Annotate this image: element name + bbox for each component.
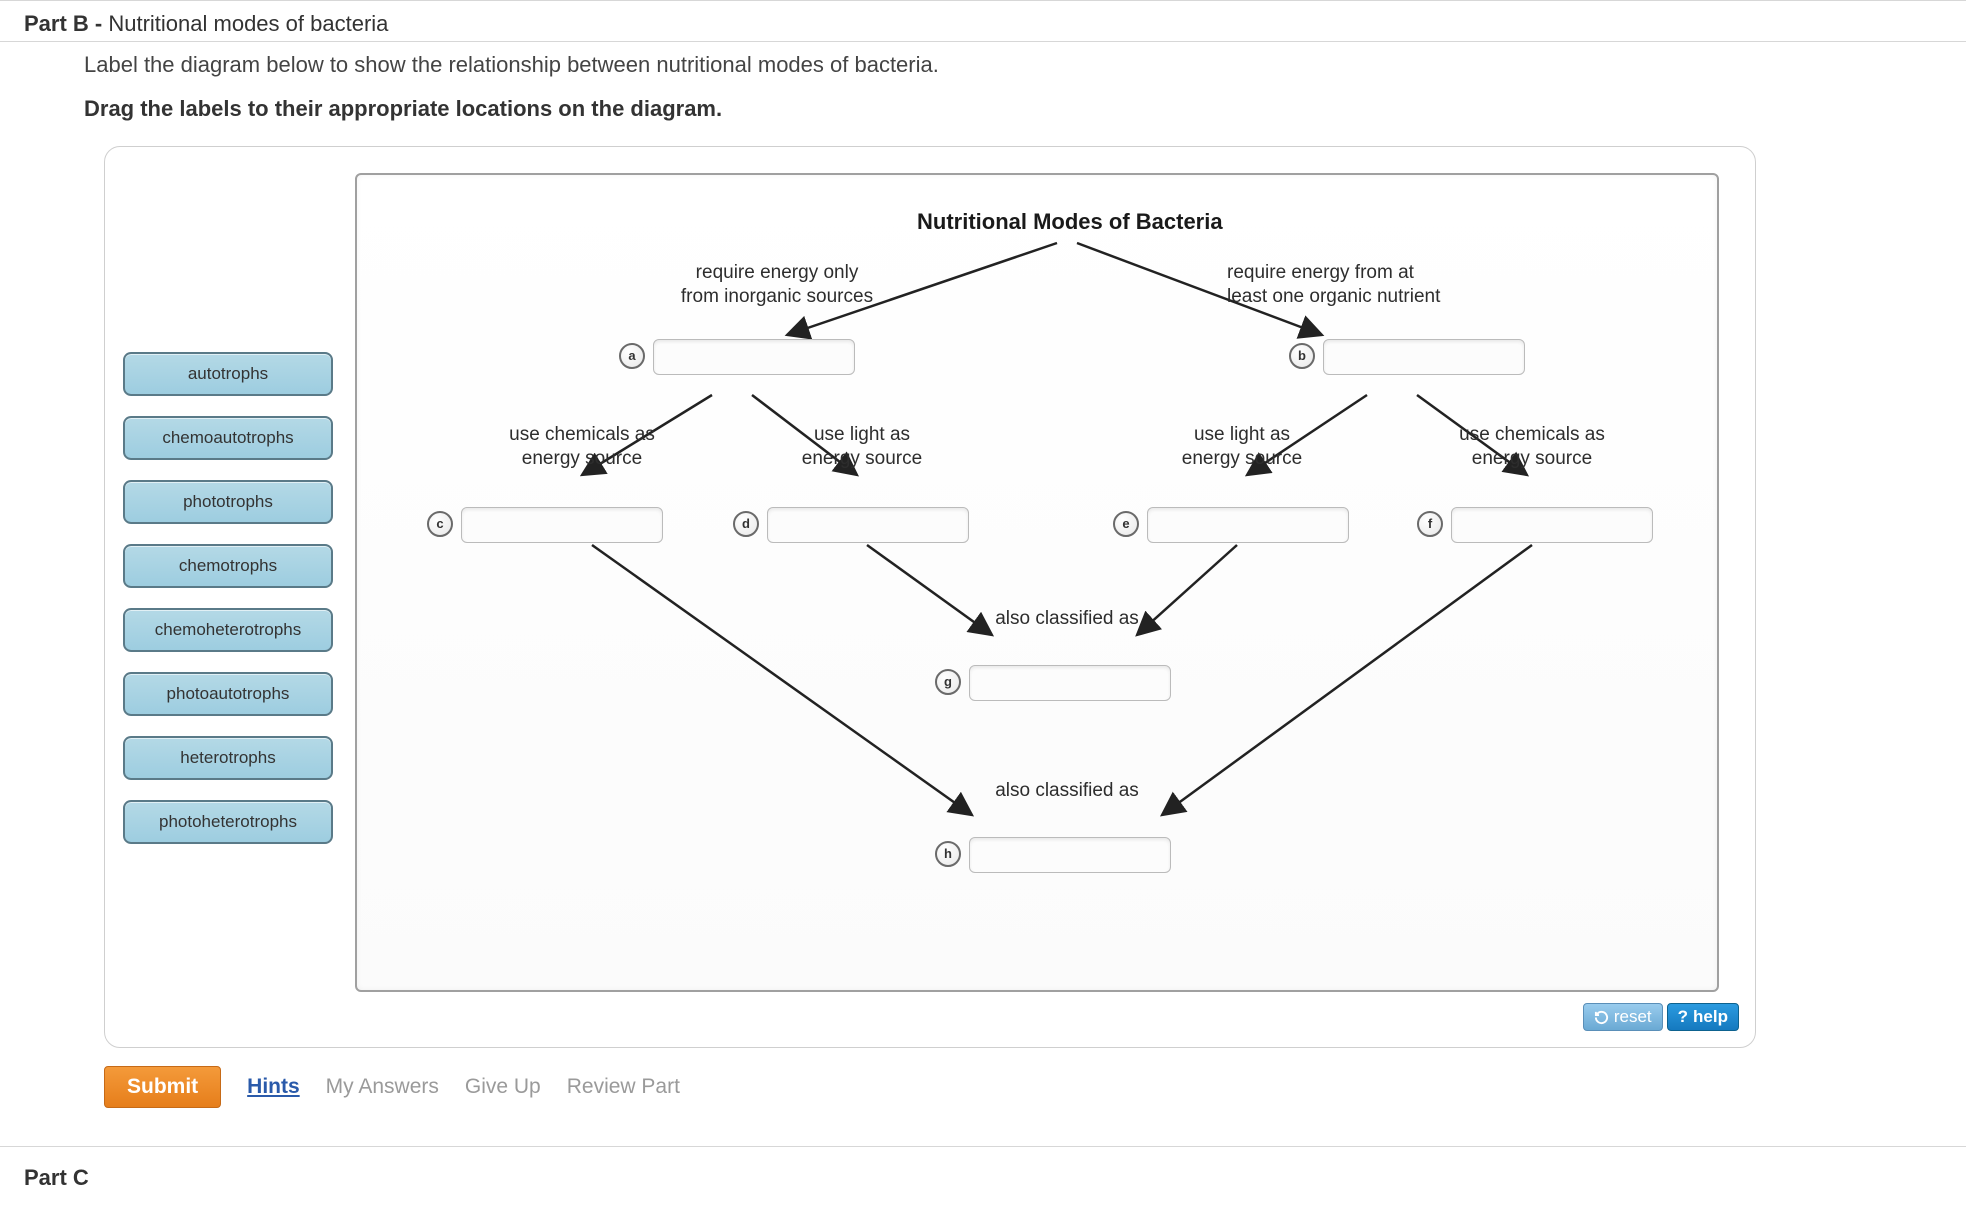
reset-icon (1594, 1010, 1609, 1025)
diagram-panel: Nutritional Modes of Bacteria require en… (355, 173, 1719, 992)
chip-heterotrophs[interactable]: heterotrophs (123, 736, 333, 780)
part-b-header: Part B - Nutritional modes of bacteria (0, 0, 1966, 41)
caption-g: also classified as (967, 607, 1167, 631)
chip-chemoautotrophs[interactable]: chemoautotrophs (123, 416, 333, 460)
slot-e[interactable] (1147, 507, 1349, 543)
chip-photoautotrophs[interactable]: photoautotrophs (123, 672, 333, 716)
chip-chemotrophs[interactable]: chemotrophs (123, 544, 333, 588)
slot-h[interactable] (969, 837, 1171, 873)
part-b-tag: Part B - (24, 11, 108, 36)
marker-g: g (935, 669, 961, 695)
help-button[interactable]: ? help (1667, 1003, 1739, 1031)
marker-c: c (427, 511, 453, 537)
marker-f: f (1417, 511, 1443, 537)
diagram-canvas: autotrophs chemoautotrophs phototrophs c… (104, 146, 1756, 1048)
actions-row: Submit Hints My Answers Give Up Review P… (104, 1066, 1966, 1108)
hints-link[interactable]: Hints (247, 1075, 300, 1099)
slot-g[interactable] (969, 665, 1171, 701)
reset-button[interactable]: reset (1583, 1003, 1663, 1031)
caption-f: use chemicals as energy source (1427, 423, 1637, 471)
caption-c: use chemicals as energy source (477, 423, 687, 471)
part-c-header: Part C (0, 1146, 1966, 1209)
slot-a[interactable] (653, 339, 855, 375)
caption-e: use light as energy source (1147, 423, 1337, 471)
chip-chemoheterotrophs[interactable]: chemoheterotrophs (123, 608, 333, 652)
diagram-title: Nutritional Modes of Bacteria (917, 209, 1223, 235)
give-up[interactable]: Give Up (465, 1075, 541, 1099)
marker-b: b (1289, 343, 1315, 369)
label-bank: autotrophs chemoautotrophs phototrophs c… (123, 352, 333, 844)
part-b-intro: Label the diagram below to show the rela… (0, 42, 1966, 78)
marker-d: d (733, 511, 759, 537)
part-b-instruction: Drag the labels to their appropriate loc… (0, 78, 1966, 136)
my-answers[interactable]: My Answers (326, 1075, 439, 1099)
submit-button[interactable]: Submit (104, 1066, 221, 1108)
caption-h: also classified as (967, 779, 1167, 803)
chip-autotrophs[interactable]: autotrophs (123, 352, 333, 396)
chip-photoheterotrophs[interactable]: photoheterotrophs (123, 800, 333, 844)
slot-b[interactable] (1323, 339, 1525, 375)
review-part[interactable]: Review Part (567, 1075, 680, 1099)
chip-phototrophs[interactable]: phototrophs (123, 480, 333, 524)
caption-d: use light as energy source (767, 423, 957, 471)
caption-inorganic: require energy only from inorganic sourc… (647, 261, 907, 309)
marker-e: e (1113, 511, 1139, 537)
slot-f[interactable] (1451, 507, 1653, 543)
marker-h: h (935, 841, 961, 867)
slot-d[interactable] (767, 507, 969, 543)
slot-c[interactable] (461, 507, 663, 543)
help-icon: ? (1678, 1007, 1688, 1027)
caption-organic: require energy from at least one organic… (1227, 261, 1517, 309)
part-b-title: Nutritional modes of bacteria (108, 11, 388, 36)
marker-a: a (619, 343, 645, 369)
